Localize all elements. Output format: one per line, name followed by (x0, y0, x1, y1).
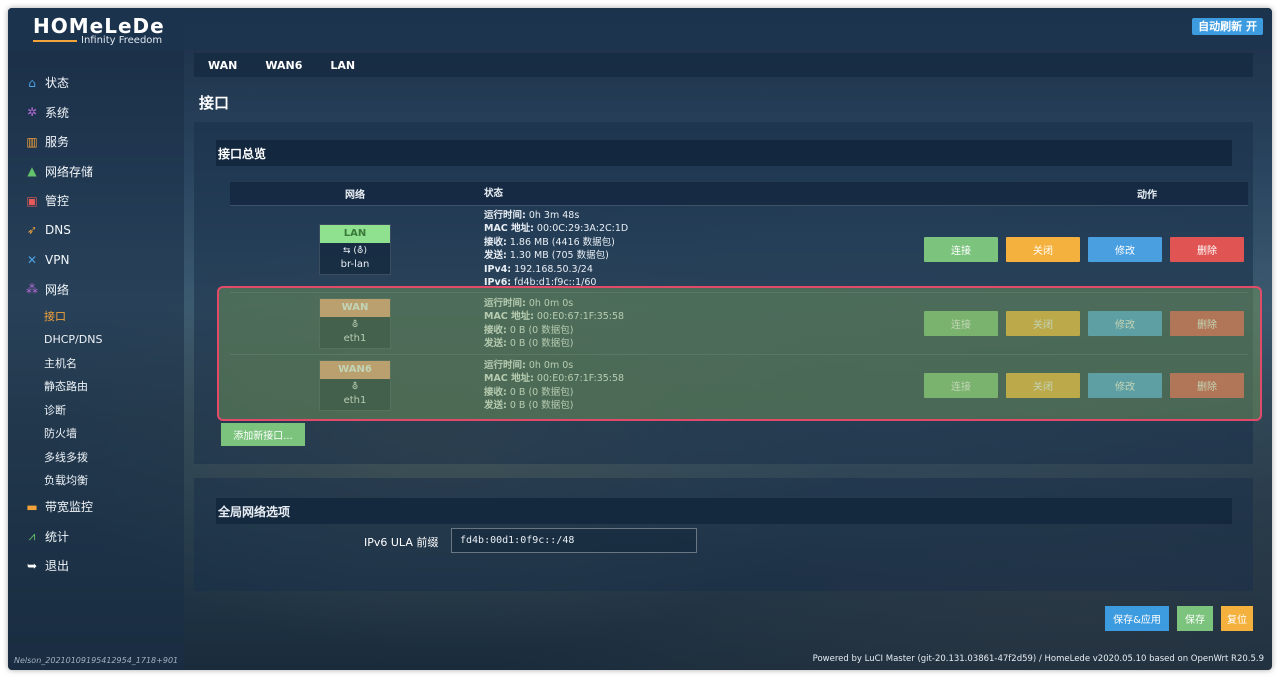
status-value: 1.86 MB (4416 数据包) (509, 236, 615, 248)
sidebar-item-storage[interactable]: ▲ 网络存储 (8, 157, 184, 187)
delete-button[interactable]: 删除 (1170, 236, 1244, 262)
save-button[interactable]: 保存 (1177, 606, 1213, 631)
sidebar: HOMeLeDe Infinity Freedom ⌂ 状态 ✲ 系统 ▥ 服务 ▲ 网络存储… (8, 8, 184, 670)
logout-icon: ➥ (26, 558, 38, 573)
status-key: 运行时间: (484, 209, 526, 221)
sidebar-item-map[interactable]: ▥ 服务 (8, 127, 184, 157)
sidebar-item-label: 系统 (45, 105, 70, 120)
sidebar-item-label: 带宽监控 (45, 500, 94, 515)
status-value: 1.30 MB (705 数据包) (509, 250, 609, 261)
sidebar-nav: ⌂ 状态 ✲ 系统 ▥ 服务 ▲ 网络存储 ▣ 管控 ➶ DNS ✕ VPN ⁂ 网络接口 DHCP/DNS 主机… (8, 68, 184, 581)
table-row: LAN ⇆ (⛢) br-lan 运行时间: 0h 3m 48s MAC 地址: 00:… (230, 205, 1248, 292)
status-value: 192.168.50.3/24 (514, 263, 593, 275)
top-bar: 自动刷新 开 (184, 8, 1272, 50)
logo-subtitle: Infinity Freedom (81, 35, 163, 46)
highlight-box (217, 286, 1262, 421)
ethernet-port-icon: ⇆ (⛢) (342, 245, 368, 256)
header-actions: 动作 (1137, 190, 1157, 201)
status-key: 接收: (484, 236, 507, 248)
status-line: MAC 地址: 00:0C:29:3A:2C:1D (484, 222, 910, 236)
interface-box: LAN ⇆ (⛢) br-lan (319, 223, 391, 275)
sidebar-item-label: 网络存储 (45, 164, 94, 179)
sidebar-item-logout[interactable]: ➥ 退出 (8, 551, 184, 581)
storage-icon: ▲ (27, 164, 37, 179)
add-interface-button[interactable]: 添加新接口... (221, 423, 305, 446)
global-options-title: 全局网络选项 (216, 498, 1232, 524)
auto-refresh-toggle[interactable]: 自动刷新 开 (1192, 18, 1263, 35)
subnav-item[interactable]: DHCP/DNS (8, 328, 184, 352)
sidebar-item-home[interactable]: ⌂ 状态 (8, 68, 184, 98)
save-apply-button[interactable]: 保存&应用 (1105, 606, 1169, 631)
sidebar-item-label: 状态 (45, 76, 70, 91)
network-icon: ⁂ (26, 282, 38, 297)
status-value: 00:0C:29:3A:2C:1D (536, 223, 629, 234)
subnav-item[interactable]: 防火墙 (8, 422, 184, 446)
reset-button[interactable]: 复位 (1221, 606, 1253, 631)
sidebar-item-label: DNS (45, 223, 71, 238)
global-options-section: 全局网络选项 IPv6 ULA 前缀 fd4b:00d1:0f9c::/48 (194, 478, 1253, 591)
tab-lan[interactable]: LAN (330, 59, 355, 72)
edit-button[interactable]: 修改 (1088, 236, 1162, 262)
vpn-icon: ✕ (26, 252, 38, 267)
tab-wan[interactable]: WAN (208, 59, 237, 72)
app-window: HOMeLeDe Infinity Freedom ⌂ 状态 ✲ 系统 ▥ 服务 ▲ 网络存储… (8, 8, 1272, 670)
logo-underline (33, 40, 77, 42)
sidebar-item-briefcase[interactable]: ▬ 带宽监控 (8, 492, 184, 522)
powered-by-footer: Powered by LuCI Master (git-20.131.03861… (812, 654, 1264, 664)
actions-cell: 连接 关闭 修改 删除 (910, 236, 1248, 262)
connect-button[interactable]: 连接 (924, 236, 998, 262)
header-network: 网络 (345, 190, 365, 201)
sidebar-item-label: VPN (45, 252, 70, 267)
section-title: 接口总览 (216, 140, 1232, 166)
sidebar-item-label: 退出 (45, 559, 70, 574)
sidebar-item-label: 网络 (45, 282, 70, 297)
page-title: 接口 (199, 94, 230, 112)
subnav-item[interactable]: 负载均衡 (8, 469, 184, 493)
build-id: Nelson_20210109195412954_1718+901 (14, 656, 179, 665)
ula-prefix-label: IPv6 ULA 前缀 (364, 536, 439, 549)
logo: HOMeLeDe Infinity Freedom (8, 8, 184, 50)
subnav-item[interactable]: 接口 (8, 304, 184, 328)
status-line: 接收: 1.86 MB (4416 数据包) (484, 236, 910, 250)
device-name: br-lan (340, 258, 370, 270)
sidebar-item-gear[interactable]: ✲ 系统 (8, 98, 184, 128)
status-line: 运行时间: 0h 3m 48s (484, 209, 910, 223)
table-header: 网络 状态 动作 (230, 182, 1248, 205)
map-icon: ▥ (26, 134, 38, 149)
status-cell: 运行时间: 0h 3m 48s MAC 地址: 00:0C:29:3A:2C:1D… (480, 209, 910, 290)
stop-button[interactable]: 关闭 (1006, 236, 1080, 262)
sidebar-item-label: 服务 (45, 135, 70, 150)
status-value: 0h 3m 48s (528, 209, 580, 221)
sidebar-item-chart[interactable]: ⩘ 统计 (8, 522, 184, 552)
subnav-item[interactable]: 静态路由 (8, 375, 184, 399)
status-line: 发送: 1.30 MB (705 数据包) (484, 249, 910, 263)
subnav-item[interactable]: 多线多拨 (8, 445, 184, 469)
sidebar-item-label: 管控 (45, 194, 70, 209)
network-cell: LAN ⇆ (⛢) br-lan (230, 223, 480, 275)
sidebar-item-control[interactable]: ▣ 管控 (8, 186, 184, 216)
bottom-actions: 保存&应用 保存 复位 (1097, 606, 1253, 631)
interface-tabs: WAN WAN6 LAN (194, 53, 1253, 77)
sidebar-item-rocket[interactable]: ➶ DNS (8, 216, 184, 246)
chart-icon: ⩘ (28, 528, 36, 543)
status-key: MAC 地址: (484, 223, 534, 234)
status-key: IPv4: (484, 263, 512, 275)
subnav-item[interactable]: 主机名 (8, 351, 184, 375)
sidebar-item-vpn[interactable]: ✕ VPN (8, 245, 184, 275)
rocket-icon: ➶ (26, 223, 38, 238)
briefcase-icon: ▬ (26, 499, 38, 514)
header-status: 状态 (484, 187, 504, 199)
status-key: 发送: (484, 250, 507, 261)
status-line: IPv4: 192.168.50.3/24 (484, 263, 910, 277)
tab-wan6[interactable]: WAN6 (265, 59, 302, 72)
control-icon: ▣ (26, 193, 38, 208)
ula-prefix-input[interactable]: fd4b:00d1:0f9c::/48 (451, 528, 697, 553)
home-icon: ⌂ (28, 75, 36, 90)
interface-name-badge: LAN (320, 224, 390, 243)
gear-icon: ✲ (26, 105, 38, 120)
sidebar-item-label: 统计 (45, 529, 70, 544)
subnav-item[interactable]: 诊断 (8, 398, 184, 422)
sidebar-item-network[interactable]: ⁂ 网络 (8, 275, 184, 305)
